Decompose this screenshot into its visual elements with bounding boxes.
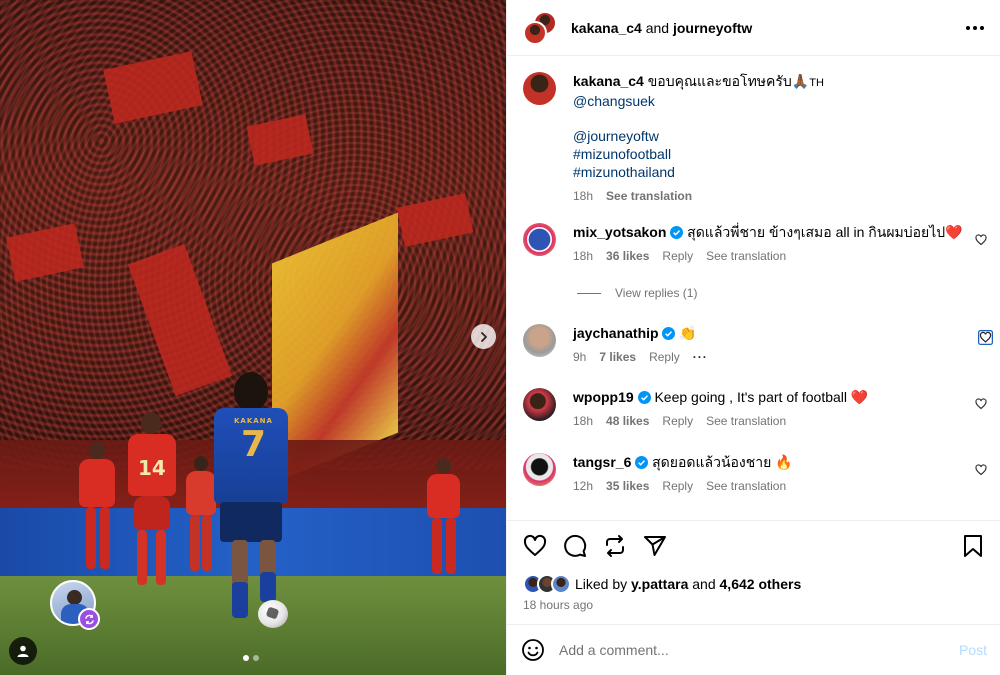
author-username[interactable]: kakana_c4 [571, 20, 642, 36]
liker-avatar [551, 574, 571, 594]
player-jersey-number: 7 [241, 424, 267, 465]
caption-suffix: TH [809, 77, 824, 89]
caption-text: ขอบคุณและขอโทษครับ🙏🏾 [647, 73, 810, 89]
hashtag-mizunofootball[interactable]: #mizunofootball [573, 145, 993, 163]
comment-likes[interactable]: 35 likes [606, 477, 649, 495]
caption: kakana_c4 ขอบคุณและขอโทษครับ🙏🏾TH @changs… [523, 72, 993, 205]
opponent-player [76, 442, 120, 572]
likes-and-label: and [692, 576, 716, 592]
caption-username[interactable]: kakana_c4 [573, 73, 644, 89]
reply-button[interactable]: Reply [662, 247, 693, 265]
reply-button[interactable]: Reply [662, 477, 693, 495]
comment-composer: Post [507, 624, 1000, 675]
heart-icon[interactable] [975, 398, 987, 410]
comment-icon[interactable] [563, 534, 587, 558]
post-actions: Liked by y.pattara and 4,642 others 18 h… [507, 520, 1000, 612]
heart-icon[interactable] [975, 234, 987, 246]
bookmark-icon[interactable] [961, 534, 985, 558]
emoji-icon[interactable] [521, 638, 545, 662]
likes-summary: Liked by y.pattara and 4,642 others [507, 571, 1000, 597]
more-options-button[interactable] [966, 25, 984, 30]
comment-time: 9h [573, 350, 587, 364]
comment-text: Keep going , It's part of football ❤️ [654, 389, 869, 405]
chevron-right-icon [480, 331, 487, 342]
carousel-dot [253, 655, 259, 661]
author-avatar[interactable] [523, 20, 547, 45]
comment-text: สุดยอดแล้วน้องชาย 🔥 [652, 454, 793, 470]
comment-text: สุดแล้วพี่ชาย ข้างๆเสมอ all in กินผมบ่อย… [687, 224, 963, 240]
repost-icon[interactable] [603, 534, 627, 558]
comment-item: tangsr_6 สุดยอดแล้วน้องชาย 🔥 12h 35 like… [523, 453, 993, 495]
see-translation-button[interactable]: See translation [706, 247, 786, 265]
heart-icon[interactable] [978, 330, 993, 345]
liked-by-label: Liked by [575, 576, 628, 592]
comment-time: 12h [573, 479, 594, 493]
verified-icon [635, 456, 649, 469]
comment-likes[interactable]: 36 likes [606, 247, 649, 265]
main-player: KAKANA 7 [212, 372, 292, 627]
heart-icon[interactable] [523, 534, 547, 558]
more-icon [966, 25, 970, 30]
heart-icon[interactable] [975, 464, 987, 476]
mention-journeyoftw[interactable]: @journeyoftw [573, 127, 993, 145]
opponent-player [424, 458, 464, 576]
comment-item: jaychanathip 👏 9h 7 likes Reply ··· [523, 324, 993, 366]
comment-likes[interactable]: 48 likes [606, 412, 649, 430]
view-replies-label: View replies (1) [615, 286, 698, 300]
view-replies-button[interactable]: View replies (1) [577, 286, 697, 300]
comment-options-button[interactable]: ··· [693, 348, 708, 366]
carousel-indicator [243, 655, 259, 661]
reels-badge [78, 608, 100, 630]
comment-username[interactable]: tangsr_6 [573, 454, 631, 470]
first-liker[interactable]: y.pattara [631, 576, 688, 592]
caption-time: 18h [573, 189, 594, 203]
post-header: kakana_c4 and journeyoftw [507, 0, 1000, 56]
commenter-avatar[interactable] [523, 453, 556, 486]
caption-avatar[interactable] [523, 72, 556, 105]
comment-likes[interactable]: 7 likes [599, 348, 636, 366]
post-comment-button[interactable]: Post [959, 642, 987, 658]
comment-time: 18h [573, 249, 594, 263]
comment-item: wpopp19 Keep going , It's part of footba… [523, 388, 993, 430]
verified-icon [637, 391, 651, 404]
share-icon[interactable] [643, 534, 667, 558]
liker-avatars [523, 574, 575, 594]
reels-icon [84, 614, 94, 624]
commenter-avatar[interactable] [523, 324, 556, 357]
comment-username[interactable]: jaychanathip [573, 325, 659, 341]
post-authors: kakana_c4 and journeyoftw [571, 20, 752, 36]
user-tag-icon [17, 645, 29, 657]
author-avatars[interactable] [523, 10, 557, 45]
post-details-panel: kakana_c4 and journeyoftw kakana_c4 ขอบค… [506, 0, 1000, 675]
reply-button[interactable]: Reply [649, 348, 680, 366]
commenter-avatar[interactable] [523, 388, 556, 421]
verified-icon [670, 226, 684, 239]
others-likes-count[interactable]: 4,642 others [720, 576, 802, 592]
verified-icon [662, 327, 676, 340]
hashtag-mizunothailand[interactable]: #mizunothailand [573, 163, 993, 181]
comment-username[interactable]: mix_yotsakon [573, 224, 666, 240]
comment-username[interactable]: wpopp19 [573, 389, 634, 405]
see-translation-button[interactable]: See translation [706, 412, 786, 430]
comments-list: kakana_c4 ขอบคุณและขอโทษครับ🙏🏾TH @changs… [507, 57, 1000, 519]
post-media[interactable]: 14 KAKANA 7 [0, 0, 506, 675]
authors-conjunction: and [645, 19, 670, 36]
carousel-dot [243, 655, 249, 661]
tagged-users-button[interactable] [9, 637, 37, 665]
coauthor-username[interactable]: journeyoftw [673, 20, 752, 36]
football [258, 600, 288, 628]
comment-item: mix_yotsakon สุดแล้วพี่ชาย ข้างๆเสมอ all… [523, 223, 993, 265]
comment-time: 18h [573, 414, 594, 428]
commenter-avatar[interactable] [523, 223, 556, 256]
see-translation-button[interactable]: See translation [706, 477, 786, 495]
next-slide-button[interactable] [471, 324, 496, 349]
post-timestamp: 18 hours ago [523, 598, 594, 612]
caption-see-translation[interactable]: See translation [606, 187, 692, 205]
opponent-player: 14 [124, 412, 182, 587]
mention-changsuek[interactable]: @changsuek [573, 92, 993, 110]
opponent-jersey-number: 14 [138, 456, 166, 480]
comment-text: 👏 [679, 325, 697, 341]
comment-input[interactable] [559, 642, 929, 658]
reply-button[interactable]: Reply [662, 412, 693, 430]
